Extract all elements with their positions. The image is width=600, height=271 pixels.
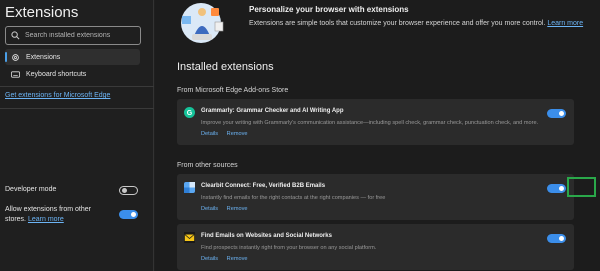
extension-name: Clearbit Connect: Free, Verified B2B Ema… — [201, 183, 326, 189]
remove-link[interactable]: Remove — [227, 206, 248, 212]
sidebar-item-keyboard-shortcuts[interactable]: Keyboard shortcuts — [5, 66, 140, 82]
extension-card-find-emails: Find Emails on Websites and Social Netwo… — [177, 224, 574, 270]
sidebar-item-label: Extensions — [26, 53, 61, 61]
extension-card-grammarly: G Grammarly: Grammar Checker and AI Writ… — [177, 99, 574, 145]
extension-card-clearbit: Clearbit Connect: Free, Verified B2B Ema… — [177, 174, 574, 220]
installed-extensions-heading: Installed extensions — [177, 61, 274, 73]
remove-link[interactable]: Remove — [227, 131, 248, 137]
hero-illustration — [181, 3, 224, 43]
grammarly-icon: G — [184, 107, 195, 118]
details-link[interactable]: Details — [201, 256, 218, 262]
search-box[interactable] — [5, 26, 141, 45]
divider — [0, 86, 154, 87]
extension-description: Improve your writing with Grammarly's co… — [201, 120, 539, 126]
keyboard-icon — [11, 70, 20, 78]
highlight-box — [567, 177, 596, 197]
extension-name: Find Emails on Websites and Social Netwo… — [201, 233, 332, 239]
details-link[interactable]: Details — [201, 206, 218, 212]
extension-description: Instantly find emails for the right cont… — [201, 195, 386, 201]
search-icon — [11, 31, 20, 40]
details-link[interactable]: Details — [201, 131, 218, 137]
sidebar: Extensions Extensions Keyboard shortcuts… — [0, 0, 154, 271]
get-extensions-link[interactable]: Get extensions for Microsoft Edge — [5, 92, 110, 99]
page-title: Extensions — [5, 4, 79, 21]
search-input[interactable] — [25, 32, 135, 39]
section-label-other: From other sources — [177, 162, 238, 169]
extension-toggle[interactable] — [547, 184, 566, 193]
developer-mode-label: Developer mode — [5, 186, 57, 193]
hero-title: Personalize your browser with extensions — [249, 5, 409, 14]
divider — [0, 108, 154, 109]
sidebar-item-extensions[interactable]: Extensions — [5, 49, 140, 65]
sidebar-item-label: Keyboard shortcuts — [26, 70, 87, 78]
clearbit-icon — [184, 182, 195, 193]
remove-link[interactable]: Remove — [227, 256, 248, 262]
allow-other-stores-toggle[interactable] — [119, 210, 138, 219]
developer-mode-toggle[interactable] — [119, 186, 138, 195]
allow-other-stores-label: Allow extensions from other stores. Lear… — [5, 206, 91, 223]
extension-description: Find prospects instantly right from your… — [201, 245, 377, 251]
svg-text:G: G — [187, 110, 193, 117]
extension-name: Grammarly: Grammar Checker and AI Writin… — [201, 108, 344, 114]
hero-description: Extensions are simple tools that customi… — [249, 20, 584, 27]
section-label-store: From Microsoft Edge Add-ons Store — [177, 87, 289, 94]
learn-more-link[interactable]: Learn more — [28, 216, 64, 223]
main-content: Personalize your browser with extensions… — [155, 0, 600, 271]
envelope-icon — [184, 232, 195, 243]
gear-icon — [12, 53, 19, 61]
extension-toggle[interactable] — [547, 234, 566, 243]
hero-learn-more-link[interactable]: Learn more — [547, 20, 583, 27]
extension-toggle[interactable] — [547, 109, 566, 118]
